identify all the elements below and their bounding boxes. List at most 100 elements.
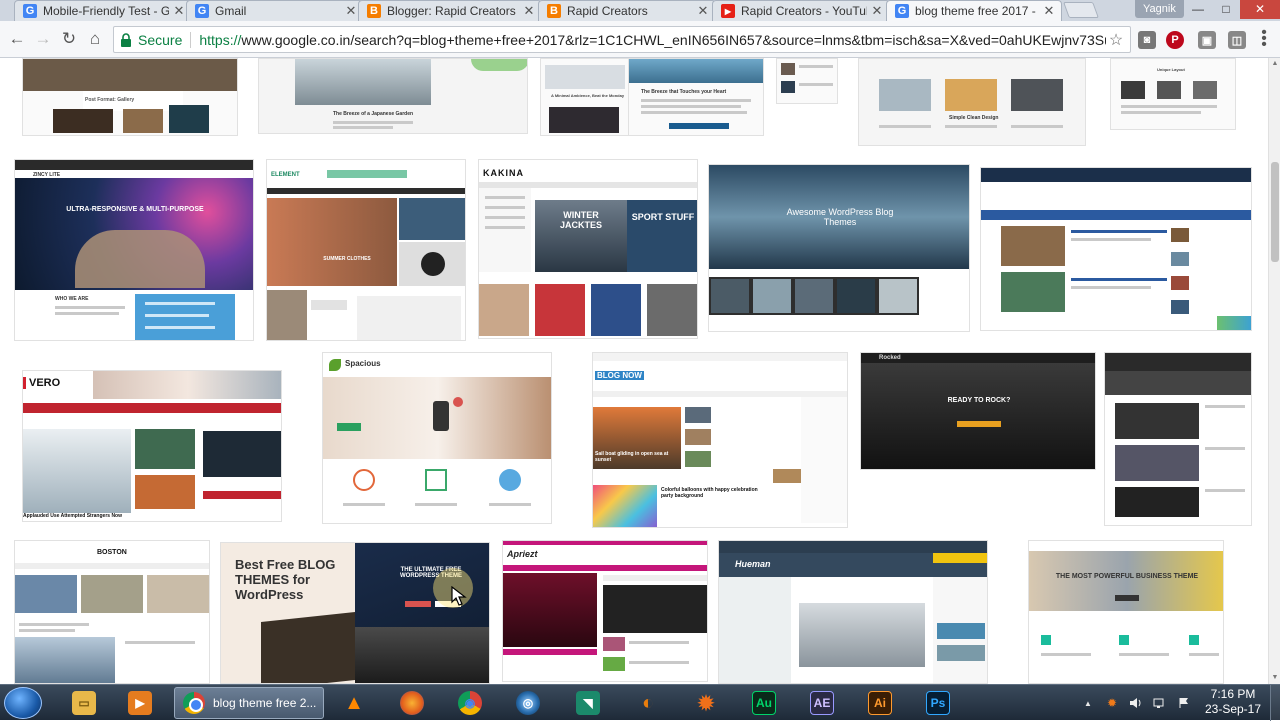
- tab-blogger[interactable]: B Blogger: Rapid Creators ✕: [358, 0, 542, 21]
- close-icon[interactable]: ✕: [345, 3, 357, 19]
- google-search-console-icon: G: [23, 4, 37, 18]
- image-result[interactable]: The Breeze that Touches your Heart: [628, 58, 764, 136]
- result-caption: Apriezt: [507, 549, 538, 559]
- mouse-cursor-icon: [451, 586, 467, 606]
- image-result[interactable]: Best Free BLOG THEMES for WordPress THE …: [220, 542, 490, 684]
- result-caption: Post Format: Gallery: [85, 97, 135, 103]
- image-result[interactable]: VERO Applauded Use Attempted Strangers N…: [22, 370, 282, 522]
- image-result[interactable]: ZINCY LITE ULTRA-RESPONSIVE & MULTI-PURP…: [14, 159, 254, 341]
- image-result[interactable]: Unique Layout: [1110, 58, 1236, 130]
- image-result[interactable]: Awesome WordPress Blog Themes: [708, 164, 970, 332]
- tab-rapid-creators[interactable]: B Rapid Creators ✕: [538, 0, 716, 21]
- youtube-icon: ▶: [721, 4, 735, 18]
- scroll-up-icon[interactable]: ▲: [1269, 58, 1280, 70]
- image-result[interactable]: BOSTON: [14, 540, 210, 684]
- result-caption: WHO WE ARE: [55, 296, 89, 302]
- tab-strip: G Mobile-Friendly Test - G ✕ G Gmail ✕ B…: [0, 0, 1280, 21]
- reload-button[interactable]: ↻: [58, 29, 80, 51]
- scroll-down-icon[interactable]: ▼: [1269, 672, 1280, 684]
- image-result[interactable]: Spacious: [322, 352, 552, 524]
- tab-title: Rapid Creators: [567, 4, 648, 18]
- page-scrollbar[interactable]: ▲ ▼: [1268, 58, 1280, 684]
- image-result[interactable]: [776, 58, 838, 104]
- profile-button[interactable]: Yagnik: [1135, 0, 1184, 18]
- tab-gmail[interactable]: G Gmail ✕: [186, 0, 364, 21]
- pinterest-extension-icon[interactable]: P: [1166, 31, 1184, 49]
- image-result[interactable]: KAKINA WINTER JACKTES SPORT STUFF: [478, 159, 698, 339]
- close-icon[interactable]: ✕: [523, 3, 535, 19]
- illustrator-icon[interactable]: Ai: [854, 687, 906, 719]
- start-button[interactable]: [4, 687, 42, 719]
- result-caption: Applauded Use Attempted Strangers Now: [23, 513, 122, 519]
- firefox-icon[interactable]: ●: [386, 687, 438, 719]
- photoshop-icon[interactable]: Ps: [912, 687, 964, 719]
- new-tab-button[interactable]: [1063, 2, 1099, 18]
- image-result[interactable]: THE MOST POWERFUL BUSINESS THEME: [1028, 540, 1224, 684]
- image-result[interactable]: Vienna Lite 2: [980, 167, 1252, 331]
- vlc-icon[interactable]: ▲: [328, 687, 380, 719]
- image-result[interactable]: A Minimal Ambience, Beat the Monday: [540, 58, 630, 136]
- image-result[interactable]: The Breeze of a Japanese Garden: [258, 58, 528, 134]
- forward-button[interactable]: →: [32, 29, 54, 51]
- minimize-button[interactable]: —: [1184, 0, 1212, 19]
- show-hidden-icons[interactable]: ▲: [1080, 695, 1096, 711]
- blender-icon[interactable]: ◐: [622, 687, 674, 719]
- menu-icon[interactable]: • • •: [1257, 25, 1271, 53]
- screenshot-extension-icon[interactable]: ▣: [1198, 31, 1216, 49]
- camera-app-icon[interactable]: ◎: [502, 687, 554, 719]
- result-caption: Simple Clean Design: [949, 115, 999, 121]
- result-caption: ELEMENT: [271, 172, 300, 178]
- fire-app-icon[interactable]: ✹: [680, 687, 732, 719]
- file-explorer-icon[interactable]: ▭: [58, 687, 110, 719]
- chrome-icon: [183, 692, 205, 714]
- image-result[interactable]: Post Format: Gallery: [22, 58, 238, 136]
- cast-extension-icon[interactable]: ◫: [1228, 31, 1246, 49]
- image-result[interactable]: Simple Clean Design: [858, 58, 1086, 146]
- media-player-icon[interactable]: ▶: [114, 687, 166, 719]
- google-icon: G: [195, 4, 209, 18]
- chrome-icon[interactable]: ◉: [444, 687, 496, 719]
- network-icon[interactable]: [1152, 695, 1168, 711]
- tab-title: blog theme free 2017 -: [915, 4, 1036, 18]
- tab-mobile-friendly-test[interactable]: G Mobile-Friendly Test - G ✕: [14, 0, 192, 21]
- window-close-button[interactable]: ✕: [1240, 0, 1280, 19]
- image-result[interactable]: ELEMENT SUMMER CLOTHES: [266, 159, 466, 341]
- camtasia-icon[interactable]: ◥: [562, 687, 614, 719]
- address-bar[interactable]: Secure https://www.google.co.in/search?q…: [113, 26, 1131, 53]
- home-button[interactable]: ⌂: [84, 29, 106, 51]
- result-caption: BLOG NOW: [595, 371, 644, 380]
- bookmark-star-icon[interactable]: ☆: [1106, 30, 1126, 50]
- scrollbar-thumb[interactable]: [1271, 162, 1279, 262]
- result-caption: The Breeze of a Japanese Garden: [333, 111, 414, 117]
- after-effects-icon[interactable]: AE: [796, 687, 848, 719]
- close-icon[interactable]: ✕: [871, 3, 883, 19]
- tab-blog-theme-search[interactable]: G blog theme free 2017 - ✕: [886, 0, 1062, 21]
- system-clock[interactable]: 7:16 PM 23-Sep-17: [1198, 687, 1268, 717]
- image-result[interactable]: [1104, 352, 1252, 526]
- maximize-button[interactable]: □: [1212, 0, 1240, 19]
- tab-youtube[interactable]: ▶ Rapid Creators - YouTub ✕: [712, 0, 890, 21]
- close-icon[interactable]: ✕: [173, 3, 185, 19]
- image-result[interactable]: Apriezt: [502, 540, 708, 682]
- audition-icon[interactable]: Au: [738, 687, 790, 719]
- volume-icon[interactable]: [1128, 695, 1144, 711]
- show-desktop-button[interactable]: [1270, 685, 1280, 721]
- back-button[interactable]: ←: [6, 29, 28, 51]
- image-results-grid: Post Format: Gallery The Breeze of a Jap…: [0, 58, 1268, 684]
- url-text[interactable]: https://www.google.co.in/search?q=blog+t…: [199, 32, 1106, 48]
- taskbar-active-chrome-window[interactable]: blog theme free 2...: [174, 687, 324, 719]
- result-caption: Hueman: [735, 559, 771, 569]
- close-icon[interactable]: ✕: [697, 3, 709, 19]
- clock-date: 23-Sep-17: [1204, 702, 1262, 716]
- result-caption: THE MOST POWERFUL BUSINESS THEME: [1055, 573, 1199, 580]
- fire-tray-icon[interactable]: ✹: [1104, 695, 1120, 711]
- close-icon[interactable]: ✕: [1043, 3, 1055, 19]
- camera-extension-icon[interactable]: ◙: [1138, 31, 1156, 49]
- image-result[interactable]: BLOG NOW Sail boat gliding in open sea a…: [592, 352, 848, 528]
- action-center-flag-icon[interactable]: [1176, 695, 1192, 711]
- image-result[interactable]: Rocked READY TO ROCK?: [860, 352, 1096, 470]
- result-caption: Best Free BLOG THEMES for WordPress: [235, 557, 336, 602]
- image-result[interactable]: Hueman: [718, 540, 988, 684]
- result-caption: Vienna Lite 2: [995, 186, 1051, 196]
- clock-time: 7:16 PM: [1210, 687, 1256, 701]
